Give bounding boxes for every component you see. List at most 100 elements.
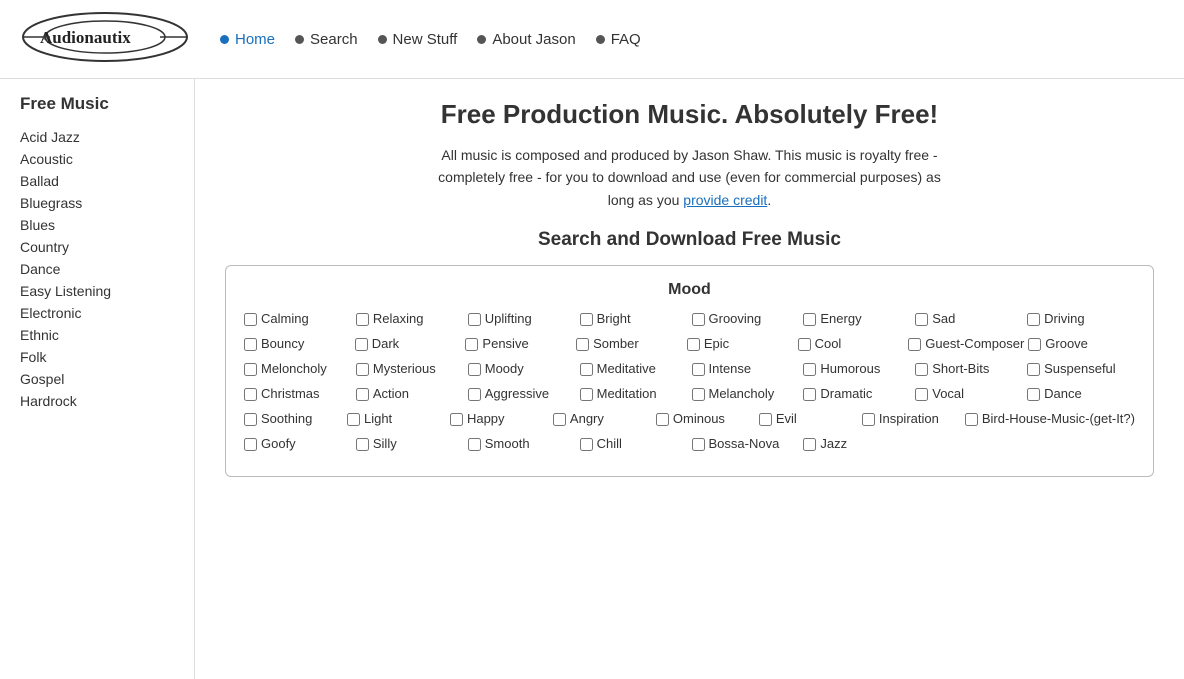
mood-label-text[interactable]: Vocal <box>932 386 964 403</box>
sidebar-item-easy-listening[interactable]: Easy Listening <box>20 280 179 302</box>
sidebar-item-electronic[interactable]: Electronic <box>20 302 179 324</box>
mood-label-text[interactable]: Silly <box>373 436 397 453</box>
mood-label-text[interactable]: Jazz <box>820 436 847 453</box>
sidebar-item-bluegrass[interactable]: Bluegrass <box>20 192 179 214</box>
mood-label-text[interactable]: Dramatic <box>820 386 872 403</box>
mood-label-text[interactable]: Cool <box>815 336 842 353</box>
mood-label-text[interactable]: Somber <box>593 336 639 353</box>
mood-label-text[interactable]: Pensive <box>482 336 528 353</box>
mood-label-text[interactable]: Soothing <box>261 411 312 428</box>
mood-label-text[interactable]: Uplifting <box>485 311 532 328</box>
mood-label-text[interactable]: Action <box>373 386 409 403</box>
sidebar-item-ethnic[interactable]: Ethnic <box>20 324 179 346</box>
logo-area[interactable]: Audionautix <box>20 10 200 68</box>
mood-checkbox-short-bits[interactable] <box>915 363 928 376</box>
nav-item-faq[interactable]: FAQ <box>596 31 641 48</box>
mood-checkbox-meditative[interactable] <box>580 363 593 376</box>
mood-checkbox-aggressive[interactable] <box>468 388 481 401</box>
mood-label-text[interactable]: Aggressive <box>485 386 549 403</box>
mood-label-text[interactable]: Short-Bits <box>932 361 989 378</box>
mood-checkbox-suspenseful[interactable] <box>1027 363 1040 376</box>
nav-item-about-jason[interactable]: About Jason <box>477 31 575 48</box>
nav-item-new-stuff[interactable]: New Stuff <box>378 31 458 48</box>
sidebar-item-folk[interactable]: Folk <box>20 346 179 368</box>
mood-label-text[interactable]: Light <box>364 411 392 428</box>
mood-label-text[interactable]: Groove <box>1045 336 1088 353</box>
mood-label-text[interactable]: Melancholy <box>709 386 775 403</box>
mood-checkbox-bouncy[interactable] <box>244 338 257 351</box>
mood-label-text[interactable]: Suspenseful <box>1044 361 1116 378</box>
mood-checkbox-melancholy[interactable] <box>692 388 705 401</box>
mood-checkbox-light[interactable] <box>347 413 360 426</box>
mood-checkbox-intense[interactable] <box>692 363 705 376</box>
sidebar-item-country[interactable]: Country <box>20 236 179 258</box>
mood-checkbox-action[interactable] <box>356 388 369 401</box>
mood-checkbox-sad[interactable] <box>915 313 928 326</box>
mood-checkbox-vocal[interactable] <box>915 388 928 401</box>
mood-checkbox-chill[interactable] <box>580 438 593 451</box>
mood-checkbox-epic[interactable] <box>687 338 700 351</box>
sidebar-item-dance[interactable]: Dance <box>20 258 179 280</box>
mood-label-text[interactable]: Goofy <box>261 436 296 453</box>
mood-label-text[interactable]: Grooving <box>709 311 762 328</box>
mood-label-text[interactable]: Inspiration <box>879 411 939 428</box>
mood-checkbox-relaxing[interactable] <box>356 313 369 326</box>
mood-label-text[interactable]: Meditation <box>597 386 657 403</box>
mood-checkbox-humorous[interactable] <box>803 363 816 376</box>
mood-checkbox-silly[interactable] <box>356 438 369 451</box>
mood-label-text[interactable]: Driving <box>1044 311 1084 328</box>
mood-label-text[interactable]: Ominous <box>673 411 725 428</box>
mood-label-text[interactable]: Christmas <box>261 386 320 403</box>
mood-label-text[interactable]: Chill <box>597 436 622 453</box>
mood-label-text[interactable]: Relaxing <box>373 311 424 328</box>
sidebar-item-acid-jazz[interactable]: Acid Jazz <box>20 126 179 148</box>
mood-label-text[interactable]: Smooth <box>485 436 530 453</box>
mood-label-text[interactable]: Mysterious <box>373 361 436 378</box>
mood-checkbox-dance[interactable] <box>1027 388 1040 401</box>
mood-checkbox-mysterious[interactable] <box>356 363 369 376</box>
mood-label-text[interactable]: Intense <box>709 361 752 378</box>
sidebar-item-hardrock[interactable]: Hardrock <box>20 390 179 412</box>
mood-checkbox-soothing[interactable] <box>244 413 257 426</box>
mood-checkbox-somber[interactable] <box>576 338 589 351</box>
mood-checkbox-groove[interactable] <box>1028 338 1041 351</box>
mood-label-text[interactable]: Calming <box>261 311 309 328</box>
mood-checkbox-dramatic[interactable] <box>803 388 816 401</box>
mood-label-text[interactable]: Meloncholy <box>261 361 327 378</box>
mood-checkbox-jazz[interactable] <box>803 438 816 451</box>
nav-item-home[interactable]: Home <box>220 31 275 48</box>
sidebar-item-gospel[interactable]: Gospel <box>20 368 179 390</box>
mood-checkbox-christmas[interactable] <box>244 388 257 401</box>
mood-label-text[interactable]: Sad <box>932 311 955 328</box>
mood-label-text[interactable]: Moody <box>485 361 524 378</box>
mood-label-text[interactable]: Bossa-Nova <box>709 436 780 453</box>
mood-checkbox-calming[interactable] <box>244 313 257 326</box>
mood-checkbox-bossa-nova[interactable] <box>692 438 705 451</box>
mood-checkbox-moody[interactable] <box>468 363 481 376</box>
provide-credit-link[interactable]: provide credit <box>683 192 767 208</box>
mood-checkbox-driving[interactable] <box>1027 313 1040 326</box>
mood-label-text[interactable]: Epic <box>704 336 729 353</box>
mood-label-text[interactable]: Guest-Composer <box>925 336 1024 353</box>
mood-label-text[interactable]: Dark <box>372 336 399 353</box>
mood-checkbox-smooth[interactable] <box>468 438 481 451</box>
mood-checkbox-bird-house-music-(get-it?)[interactable] <box>965 413 978 426</box>
mood-label-text[interactable]: Bird-House-Music-(get-It?) <box>982 411 1135 428</box>
mood-checkbox-dark[interactable] <box>355 338 368 351</box>
mood-checkbox-cool[interactable] <box>798 338 811 351</box>
mood-label-text[interactable]: Happy <box>467 411 505 428</box>
mood-checkbox-meloncholy[interactable] <box>244 363 257 376</box>
mood-checkbox-energy[interactable] <box>803 313 816 326</box>
mood-label-text[interactable]: Angry <box>570 411 604 428</box>
sidebar-item-acoustic[interactable]: Acoustic <box>20 148 179 170</box>
mood-label-text[interactable]: Bright <box>597 311 631 328</box>
mood-label-text[interactable]: Meditative <box>597 361 656 378</box>
mood-label-text[interactable]: Energy <box>820 311 861 328</box>
mood-checkbox-angry[interactable] <box>553 413 566 426</box>
mood-label-text[interactable]: Dance <box>1044 386 1082 403</box>
mood-checkbox-goofy[interactable] <box>244 438 257 451</box>
sidebar-item-blues[interactable]: Blues <box>20 214 179 236</box>
mood-checkbox-guest-composer[interactable] <box>908 338 921 351</box>
mood-checkbox-inspiration[interactable] <box>862 413 875 426</box>
mood-checkbox-pensive[interactable] <box>465 338 478 351</box>
